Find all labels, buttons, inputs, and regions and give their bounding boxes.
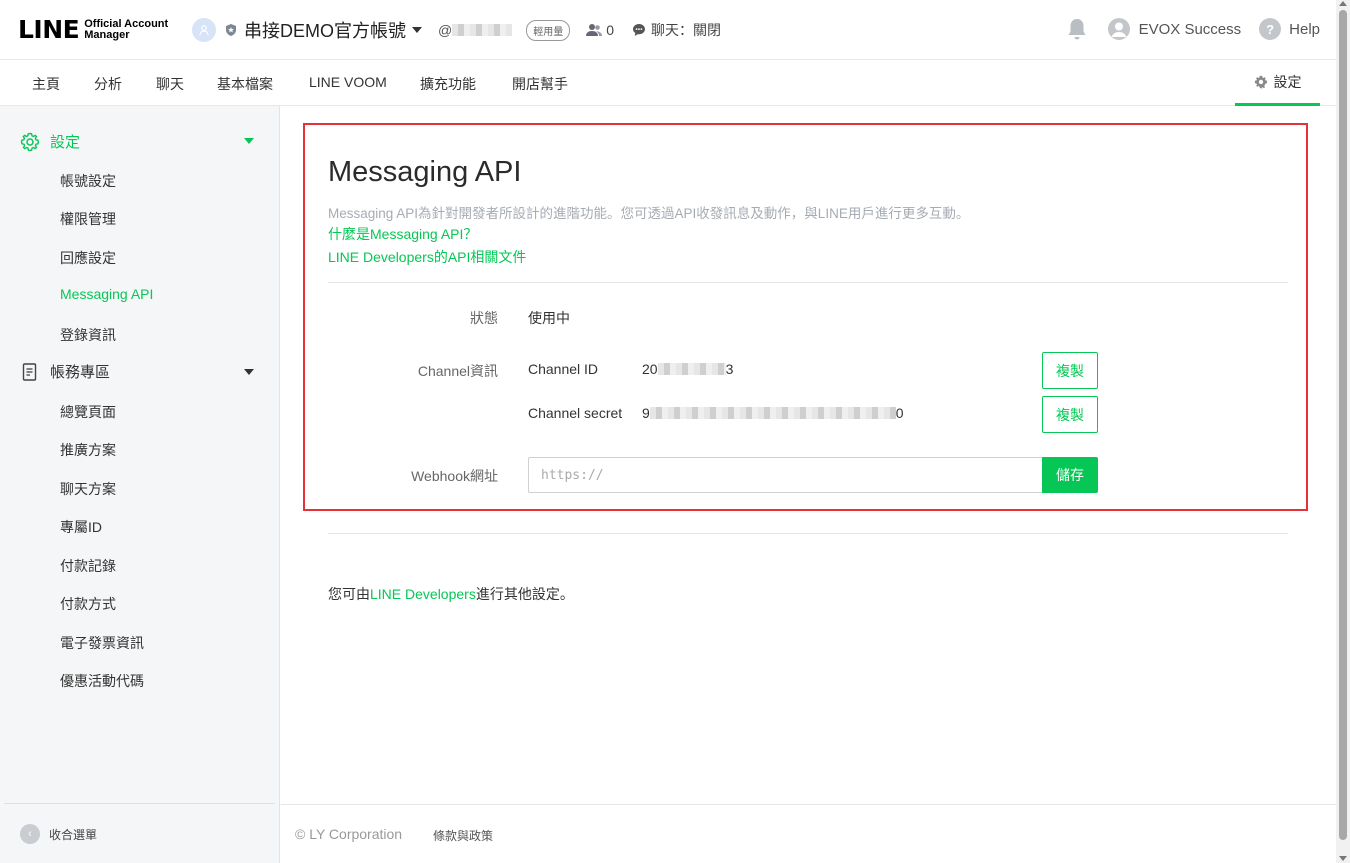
- chat-status-label: 聊天：關閉: [651, 22, 722, 38]
- friend-count[interactable]: 0: [586, 22, 614, 38]
- status-label: 狀態: [470, 310, 498, 326]
- top-header: LINE Official Account Manager 串接DEMO官方帳號…: [0, 0, 1336, 60]
- user-name[interactable]: EVOX Success: [1139, 21, 1242, 38]
- gear-icon: [1254, 75, 1267, 89]
- channel-id-value: 20 3: [642, 361, 733, 377]
- sidebar-group-billing-label: 帳務專區: [50, 364, 111, 381]
- account-name: 串接DEMO官方帳號: [244, 21, 406, 41]
- divider: [328, 282, 1288, 283]
- logo-subtitle: Official Account Manager: [84, 18, 168, 41]
- help-icon[interactable]: ?: [1259, 18, 1282, 40]
- sidebar-item-payment-method[interactable]: 付款方式: [60, 594, 116, 614]
- main-content: Messaging API Messaging API為針對開發者所設計的進階功…: [281, 106, 1336, 863]
- scroll-up-arrow-icon[interactable]: [1339, 1, 1347, 6]
- webhook-url-input[interactable]: [528, 457, 1043, 493]
- shield-icon: [226, 24, 236, 36]
- chat-status[interactable]: 聊天：關閉: [632, 20, 721, 40]
- nav-shop-helper[interactable]: 開店幫手: [512, 74, 568, 94]
- friends-icon: [586, 24, 603, 36]
- channel-secret-value: 9 0: [642, 405, 904, 421]
- sidebar-item-messaging-api[interactable]: Messaging API: [60, 286, 153, 302]
- copy-channel-secret-button[interactable]: 複製: [1042, 396, 1098, 433]
- sidebar-item-chat-plan[interactable]: 聊天方案: [60, 479, 116, 499]
- nav-home[interactable]: 主頁: [32, 74, 60, 94]
- channel-info-label: Channel資訊: [417, 363, 498, 379]
- scrollbar[interactable]: [1336, 0, 1350, 863]
- chevron-down-icon: [412, 27, 422, 33]
- channel-secret-end: 0: [895, 405, 904, 421]
- nav-analytics[interactable]: 分析: [94, 74, 122, 94]
- scrollbar-thumb[interactable]: [1339, 10, 1347, 840]
- redacted-channel-secret: [649, 407, 896, 419]
- handle-prefix: @: [438, 22, 453, 38]
- sidebar-group-settings-label: 設定: [50, 134, 81, 151]
- sidebar-item-payment-history[interactable]: 付款記錄: [60, 556, 116, 576]
- what-is-messaging-api-link[interactable]: 什麼是Messaging API？: [328, 224, 477, 244]
- main-nav: 主頁 分析 聊天 基本檔案 LINE VOOM 擴充功能 開店幫手 設定: [0, 60, 1336, 106]
- nav-extensions[interactable]: 擴充功能: [420, 74, 476, 94]
- sidebar-item-promotion-plan[interactable]: 推廣方案: [60, 440, 116, 460]
- logo-subtitle-line2: Manager: [84, 28, 130, 41]
- sidebar-item-coupon-code[interactable]: 優惠活動代碼: [60, 671, 144, 691]
- other-settings-suffix: 進行其他設定。: [475, 586, 574, 602]
- chat-bubble-icon: [633, 24, 646, 36]
- sidebar: 設定 帳號設定 權限管理 回應設定 Messaging API 登錄資訊 帳務專…: [0, 106, 280, 863]
- redacted-handle: [452, 24, 513, 36]
- redacted-channel-id: [657, 363, 726, 375]
- copy-channel-id-button[interactable]: 複製: [1042, 352, 1098, 389]
- webhook-url-label: Webhook網址: [411, 468, 498, 484]
- line-developers-docs-link[interactable]: LINE Developers的API相關文件: [328, 247, 526, 267]
- collapse-menu-button[interactable]: ‹ 收合選單: [20, 824, 97, 844]
- nav-settings-label: 設定: [1273, 73, 1302, 90]
- line-oa-logo[interactable]: LINE Official Account Manager: [18, 15, 168, 44]
- channel-id-end: 3: [725, 361, 734, 377]
- terms-link[interactable]: 條款與政策: [433, 827, 493, 844]
- account-handle: @: [438, 22, 513, 38]
- scroll-down-arrow-icon[interactable]: [1339, 856, 1347, 861]
- footer-divider: [281, 804, 1336, 805]
- sidebar-item-premium-id[interactable]: 專屬ID: [60, 517, 102, 537]
- line-developers-link[interactable]: LINE Developers: [370, 586, 476, 602]
- sidebar-item-account-settings[interactable]: 帳號設定: [60, 171, 116, 191]
- sidebar-group-billing[interactable]: 帳務專區: [20, 361, 110, 382]
- chevron-down-icon[interactable]: [244, 138, 254, 144]
- account-avatar-icon: [192, 18, 216, 42]
- other-settings-text: 您可由LINE Developers進行其他設定。: [328, 584, 574, 604]
- logo-text: LINE: [18, 15, 80, 44]
- sidebar-group-settings[interactable]: 設定: [20, 131, 80, 152]
- chevron-down-icon[interactable]: [244, 369, 254, 375]
- sidebar-item-registration-info[interactable]: 登錄資訊: [60, 325, 116, 345]
- nav-profile[interactable]: 基本檔案: [217, 74, 273, 94]
- page-title: Messaging API: [328, 156, 522, 188]
- nav-line-voom[interactable]: LINE VOOM: [309, 74, 387, 90]
- gear-icon: [20, 132, 40, 151]
- divider: [328, 533, 1288, 534]
- page-description: Messaging API為針對開發者所設計的進階功能。您可透過API收發訊息及…: [328, 206, 970, 221]
- chevron-left-icon: ‹: [20, 824, 40, 844]
- save-webhook-button[interactable]: 儲存: [1042, 457, 1098, 493]
- collapse-menu-label: 收合選單: [49, 827, 98, 842]
- sidebar-item-permissions[interactable]: 權限管理: [60, 209, 116, 229]
- other-settings-prefix: 您可由: [328, 586, 370, 602]
- nav-settings[interactable]: 設定: [1235, 60, 1320, 106]
- channel-id-start: 20: [642, 361, 658, 377]
- status-value: 使用中: [528, 310, 570, 326]
- header-right: EVOX Success ? Help: [1066, 17, 1320, 41]
- nav-chat[interactable]: 聊天: [156, 74, 184, 94]
- user-avatar[interactable]: [1107, 18, 1130, 40]
- channel-id-label: Channel ID: [528, 361, 599, 377]
- document-icon: [22, 362, 37, 381]
- copyright: © LY Corporation: [295, 826, 403, 842]
- bell-icon[interactable]: [1066, 17, 1088, 41]
- channel-secret-label: Channel secret: [528, 405, 623, 421]
- sidebar-footer-divider: [4, 803, 275, 804]
- help-link[interactable]: Help: [1289, 21, 1320, 38]
- sidebar-item-response-settings[interactable]: 回應設定: [60, 248, 116, 268]
- plan-badge: 輕用量: [526, 19, 571, 41]
- sidebar-item-e-invoice[interactable]: 電子發票資訊: [60, 633, 144, 653]
- friend-count-value: 0: [606, 22, 615, 38]
- channel-secret-start: 9: [642, 405, 650, 421]
- account-switcher[interactable]: 串接DEMO官方帳號 @ 輕用量 0 聊天：關閉: [192, 17, 721, 43]
- sidebar-item-overview[interactable]: 總覽頁面: [60, 402, 116, 422]
